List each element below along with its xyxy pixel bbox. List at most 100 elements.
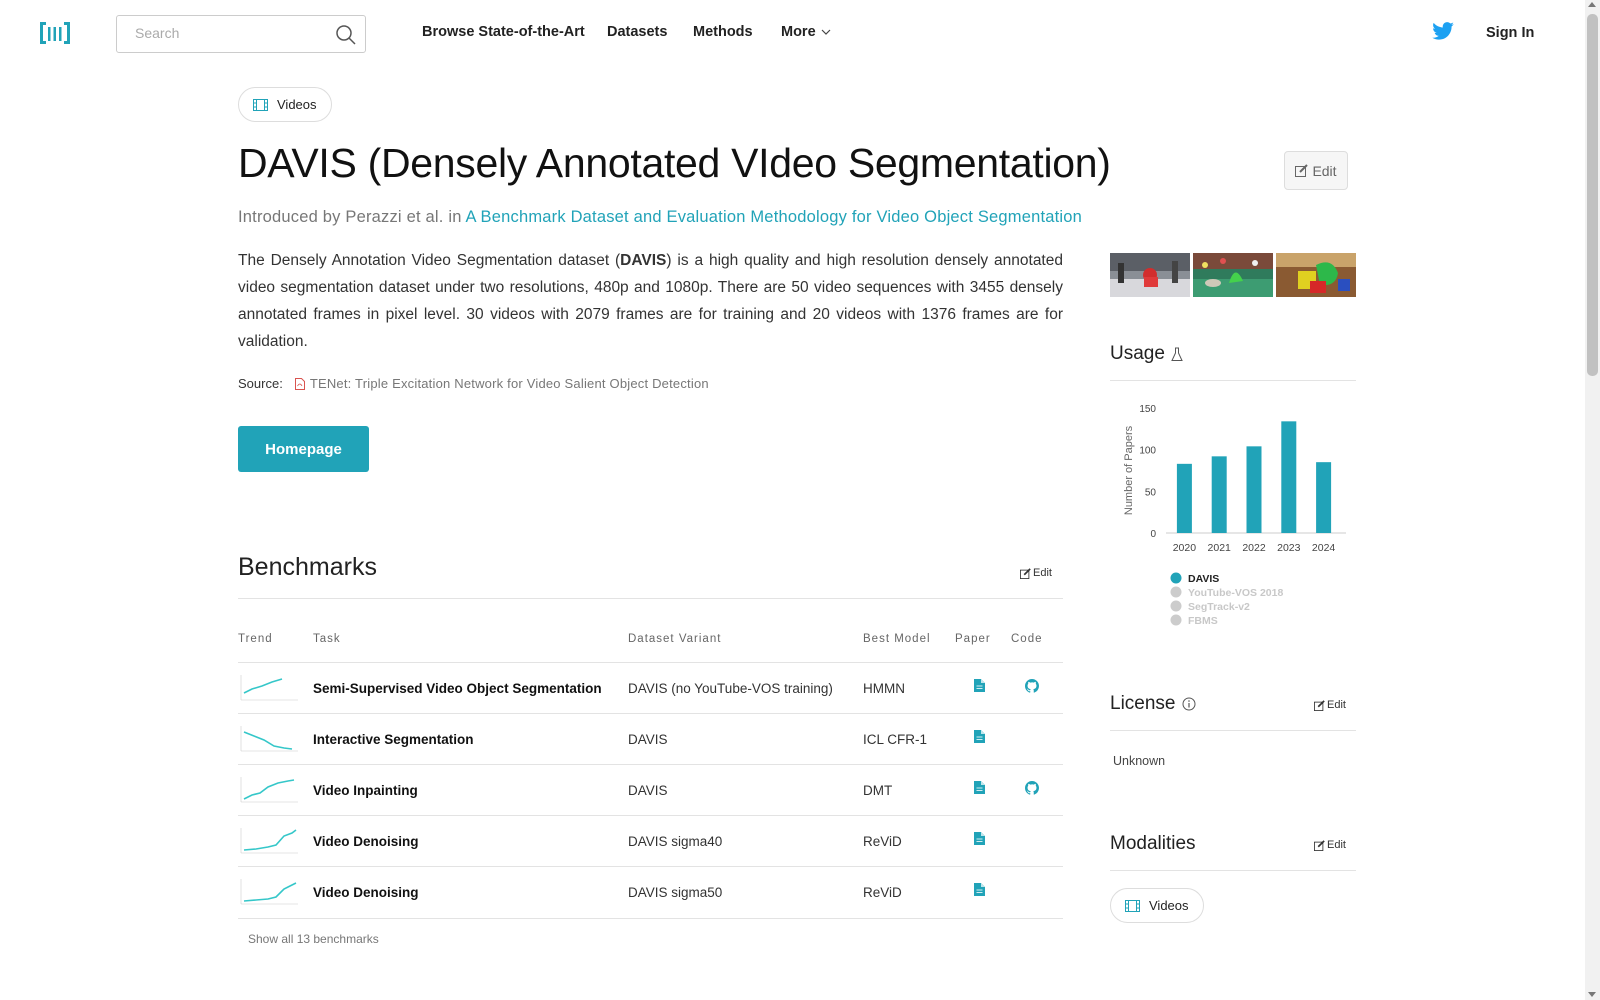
introducing-paper-link[interactable]: A Benchmark Dataset and Evaluation Metho… <box>465 208 1082 226</box>
show-all-benchmarks-link[interactable]: Show all 13 benchmarks <box>248 932 379 946</box>
modality-videos-label: Videos <box>1149 898 1189 913</box>
x-tick-label: 2021 <box>1208 542 1232 554</box>
table-row[interactable]: Semi-Supervised Video Object Segmentatio… <box>238 662 1063 713</box>
search-icon[interactable] <box>335 24 357 46</box>
benchmark-task-link[interactable]: Semi-Supervised Video Object Segmentatio… <box>313 681 602 696</box>
search-input[interactable] <box>135 25 325 41</box>
legend-marker[interactable] <box>1170 572 1182 584</box>
paper-icon[interactable] <box>974 781 985 799</box>
papers-with-code-logo[interactable] <box>40 20 70 46</box>
modality-tag-videos[interactable]: Videos <box>238 87 332 122</box>
github-icon[interactable] <box>1025 781 1039 800</box>
benchmark-variant-link[interactable]: DAVIS <box>628 732 668 747</box>
y-tick-label: 100 <box>1139 446 1156 457</box>
x-tick-label: 2023 <box>1277 542 1301 554</box>
benchmark-task-link[interactable]: Interactive Segmentation <box>313 732 474 747</box>
trend-sparkline[interactable] <box>238 877 298 907</box>
benchmark-task-link[interactable]: Video Inpainting <box>313 783 418 798</box>
info-icon[interactable] <box>1182 697 1196 711</box>
benchmark-best-model-link[interactable]: ReViD <box>863 834 902 849</box>
col-dataset-variant: Dataset Variant <box>628 633 722 645</box>
sample-image-1-graphic <box>1110 253 1190 297</box>
sample-image-2[interactable] <box>1193 253 1273 297</box>
source-line: Source: TENet: Triple Excitation Network… <box>238 376 709 391</box>
benchmarks-edit-button[interactable]: Edit <box>1020 567 1052 579</box>
usage-bar-2021[interactable] <box>1211 456 1227 533</box>
legend-label[interactable]: FBMS <box>1188 615 1218 627</box>
benchmark-variant-link[interactable]: DAVIS <box>628 783 668 798</box>
paper-icon[interactable] <box>974 832 985 850</box>
benchmark-variant-link[interactable]: DAVIS (no YouTube-VOS training) <box>628 681 833 696</box>
paper-icon[interactable] <box>974 679 985 697</box>
nav-more[interactable]: More <box>781 24 831 40</box>
usage-bar-2022[interactable] <box>1246 446 1262 533</box>
modality-videos-pill[interactable]: Videos <box>1110 888 1204 923</box>
modalities-edit-button[interactable]: Edit <box>1314 839 1346 851</box>
film-icon <box>1125 899 1140 912</box>
pdf-icon <box>294 377 305 390</box>
benchmark-best-model-link[interactable]: HMMN <box>863 681 905 696</box>
sign-in-link[interactable]: Sign In <box>1486 25 1534 41</box>
source-paper-link[interactable]: TENet: Triple Excitation Network for Vid… <box>294 376 709 391</box>
usage-heading-label: Usage <box>1110 343 1165 364</box>
y-tick-label: 50 <box>1145 487 1157 498</box>
legend-marker[interactable] <box>1170 614 1182 626</box>
modality-tag-label: Videos <box>277 97 317 112</box>
scroll-down-arrow[interactable] <box>1588 992 1596 997</box>
trend-sparkline[interactable] <box>238 673 298 703</box>
usage-divider <box>1110 380 1356 381</box>
table-row[interactable]: Video Denoising DAVIS sigma50 ReViD <box>238 866 1063 917</box>
y-tick-label: 0 <box>1150 529 1156 540</box>
table-row[interactable]: Video Inpainting DAVIS DMT <box>238 764 1063 815</box>
edit-label: Edit <box>1312 162 1337 179</box>
benchmark-task-link[interactable]: Video Denoising <box>313 834 419 849</box>
github-icon[interactable] <box>1025 679 1039 698</box>
trend-sparkline[interactable] <box>238 724 298 754</box>
navbar: Browse State-of-the-Art Datasets Methods… <box>0 0 1585 66</box>
nav-datasets[interactable]: Datasets <box>607 24 667 40</box>
benchmark-best-model-link[interactable]: ICL CFR-1 <box>863 732 927 747</box>
paper-icon[interactable] <box>974 730 985 748</box>
table-row[interactable]: Interactive Segmentation DAVIS ICL CFR-1 <box>238 713 1063 764</box>
dataset-description: The Densely Annotation Video Segmentatio… <box>238 247 1063 355</box>
edit-button[interactable]: Edit <box>1284 151 1348 190</box>
benchmark-task-link[interactable]: Video Denoising <box>313 885 419 900</box>
legend-label[interactable]: DAVIS <box>1188 573 1219 585</box>
benchmarks-heading: Benchmarks <box>238 553 377 581</box>
twitter-icon[interactable] <box>1432 22 1454 40</box>
scrollbar-thumb[interactable] <box>1587 14 1598 376</box>
usage-bar-2023[interactable] <box>1281 421 1297 533</box>
legend-marker[interactable] <box>1170 586 1182 598</box>
legend-marker[interactable] <box>1170 600 1182 612</box>
trend-sparkline[interactable] <box>238 775 298 805</box>
benchmarks-divider <box>238 598 1063 599</box>
nav-methods[interactable]: Methods <box>693 24 753 40</box>
legend-label[interactable]: YouTube-VOS 2018 <box>1188 587 1283 599</box>
usage-heading: Usage <box>1110 343 1183 365</box>
legend-label[interactable]: SegTrack-v2 <box>1188 601 1250 613</box>
y-tick-label: 150 <box>1139 404 1156 415</box>
license-heading: License <box>1110 693 1196 715</box>
license-edit-button[interactable]: Edit <box>1314 699 1346 711</box>
paper-icon[interactable] <box>974 883 985 901</box>
edit-icon <box>1295 164 1309 177</box>
homepage-button[interactable]: Homepage <box>238 426 369 472</box>
scroll-up-arrow[interactable] <box>1588 2 1596 7</box>
col-task: Task <box>313 633 341 645</box>
table-row[interactable]: Video Denoising DAVIS sigma40 ReViD <box>238 815 1063 866</box>
trend-sparkline[interactable] <box>238 826 298 856</box>
nav-browse-sota[interactable]: Browse State-of-the-Art <box>422 24 585 40</box>
usage-bar-2024[interactable] <box>1316 462 1332 533</box>
y-axis-label: Number of Papers <box>1123 425 1135 515</box>
modalities-divider <box>1110 870 1356 871</box>
benchmark-variant-link[interactable]: DAVIS sigma50 <box>628 885 722 900</box>
sample-image-1[interactable] <box>1110 253 1190 297</box>
benchmark-best-model-link[interactable]: DMT <box>863 783 892 798</box>
usage-bar-2020[interactable] <box>1176 463 1192 533</box>
chevron-down-icon <box>821 29 831 35</box>
description-text-start: The Densely Annotation Video Segmentatio… <box>238 252 621 269</box>
sample-image-3[interactable] <box>1276 253 1356 297</box>
benchmarks-edit-label: Edit <box>1033 567 1052 579</box>
benchmark-best-model-link[interactable]: ReViD <box>863 885 902 900</box>
benchmark-variant-link[interactable]: DAVIS sigma40 <box>628 834 722 849</box>
